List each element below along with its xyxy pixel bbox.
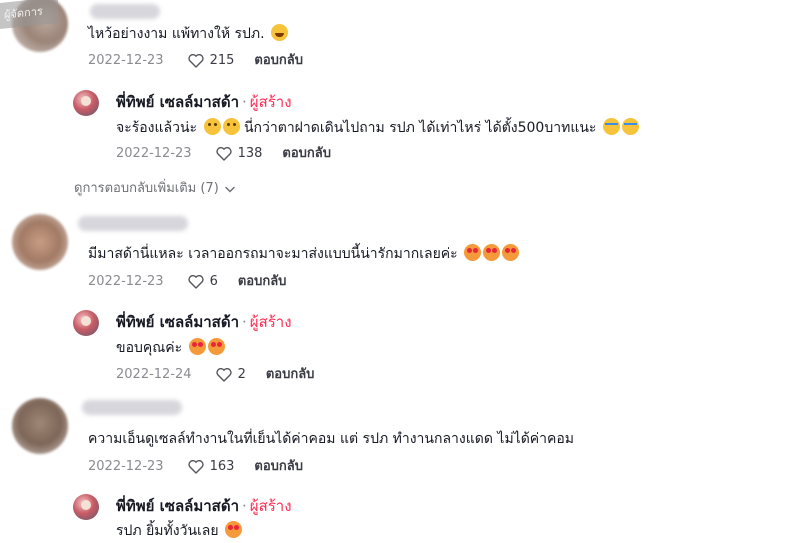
creator-badge: ผู้สร้าง <box>249 313 292 331</box>
separator-dot: · <box>242 497 247 515</box>
reply-text: รปภ ยิ้มทั้งวันเลย <box>116 521 243 540</box>
like-count: 138 <box>237 146 263 161</box>
comment-date: 2022-12-23 <box>88 53 164 68</box>
like-count: 215 <box>209 53 235 68</box>
comment-date: 2022-12-23 <box>88 459 164 474</box>
reply-button[interactable]: ตอบกลับ <box>282 145 331 163</box>
creator-avatar[interactable] <box>73 310 99 336</box>
like-button[interactable]: 138 <box>215 145 263 163</box>
reply-author-name[interactable]: พี่ทิพย์ เซลล์มาสด้า <box>116 313 239 331</box>
separator-dot: · <box>242 313 247 331</box>
reply-button[interactable]: ตอบกลับ <box>254 458 303 476</box>
heart-eyes-emoji-icon <box>502 244 520 261</box>
like-button[interactable]: 215 <box>187 52 235 70</box>
creator-badge: ผู้สร้าง <box>249 93 292 111</box>
heart-eyes-emoji-icon <box>188 338 206 355</box>
creator-avatar[interactable] <box>73 90 99 116</box>
commenter-name-blurred[interactable] <box>82 400 182 415</box>
sad-emoji-icon <box>203 118 221 135</box>
reply-author-line: พี่ทิพย์ เซลล์มาสด้า · ผู้สร้าง <box>116 496 292 516</box>
reply-button[interactable]: ตอบกลับ <box>266 366 315 384</box>
reply-author-line: พี่ทิพย์ เซลล์มาสด้า · ผู้สร้าง <box>116 92 292 112</box>
comment-meta: 2022-12-23 215 ตอบกลับ <box>88 52 303 70</box>
commenter-avatar[interactable] <box>12 214 68 270</box>
like-count: 6 <box>209 274 218 289</box>
reply-date: 2022-12-24 <box>116 367 192 382</box>
heart-eyes-emoji-icon <box>464 244 482 261</box>
reply-author-name[interactable]: พี่ทิพย์ เซลล์มาสด้า <box>116 497 239 515</box>
creator-badge: ผู้สร้าง <box>249 497 292 515</box>
comment-text: มีมาสด้านี่แหละ เวลาออกรถมาจะมาส่งแบบนี้… <box>88 244 520 263</box>
rofl-emoji-icon <box>271 24 289 41</box>
commenter-avatar[interactable] <box>12 398 68 454</box>
reply-date: 2022-12-23 <box>116 146 192 161</box>
commenter-name-blurred[interactable] <box>78 216 188 231</box>
comment-text: ไหว้อย่างงาม แพ้ทางให้ รปภ. <box>88 24 289 43</box>
heart-icon <box>187 275 204 289</box>
reply-text: ขอบคุณค่ะ <box>116 338 225 357</box>
separator-dot: · <box>242 93 247 111</box>
like-count: 163 <box>209 459 235 474</box>
creator-avatar[interactable] <box>73 494 99 520</box>
reply-author-name[interactable]: พี่ทิพย์ เซลล์มาสด้า <box>116 93 239 111</box>
heart-eyes-emoji-icon <box>225 521 243 538</box>
crying-emoji-icon <box>621 118 639 135</box>
heart-icon <box>187 460 204 474</box>
view-more-replies-button[interactable]: ดูการตอบกลับเพิ่มเติม (7) <box>74 180 235 198</box>
crying-emoji-icon <box>602 118 620 135</box>
heart-eyes-emoji-icon <box>207 338 225 355</box>
comment-meta: 2022-12-23 163 ตอบกลับ <box>88 458 303 476</box>
reply-text: จะร้องแล้วน่ะ นี่กว่าตาฝาดเดินไปถาม รปภ … <box>116 118 639 137</box>
like-button[interactable]: 163 <box>187 458 235 476</box>
chevron-down-icon <box>225 186 235 193</box>
reply-meta: 2022-12-24 2 ตอบกลับ <box>116 366 314 384</box>
comment-meta: 2022-12-23 6 ตอบกลับ <box>88 273 286 291</box>
heart-icon <box>187 54 204 68</box>
comment-date: 2022-12-23 <box>88 274 164 289</box>
reply-meta: 2022-12-23 138 ตอบกลับ <box>116 145 331 163</box>
commenter-name-blurred[interactable] <box>90 4 160 19</box>
heart-icon <box>215 368 232 382</box>
sad-emoji-icon <box>222 118 240 135</box>
reply-button[interactable]: ตอบกลับ <box>238 273 287 291</box>
like-button[interactable]: 6 <box>187 273 218 291</box>
like-count: 2 <box>237 367 246 382</box>
heart-eyes-emoji-icon <box>483 244 501 261</box>
heart-icon <box>215 147 232 161</box>
reply-button[interactable]: ตอบกลับ <box>254 52 303 70</box>
comment-text: ความเอ็นดูเซลล์ทำงานในที่เย็นได้ค่าคอม แ… <box>88 431 575 447</box>
view-more-label: ดูการตอบกลับเพิ่มเติม (7) <box>74 181 219 196</box>
like-button[interactable]: 2 <box>215 366 246 384</box>
reply-author-line: พี่ทิพย์ เซลล์มาสด้า · ผู้สร้าง <box>116 312 292 332</box>
